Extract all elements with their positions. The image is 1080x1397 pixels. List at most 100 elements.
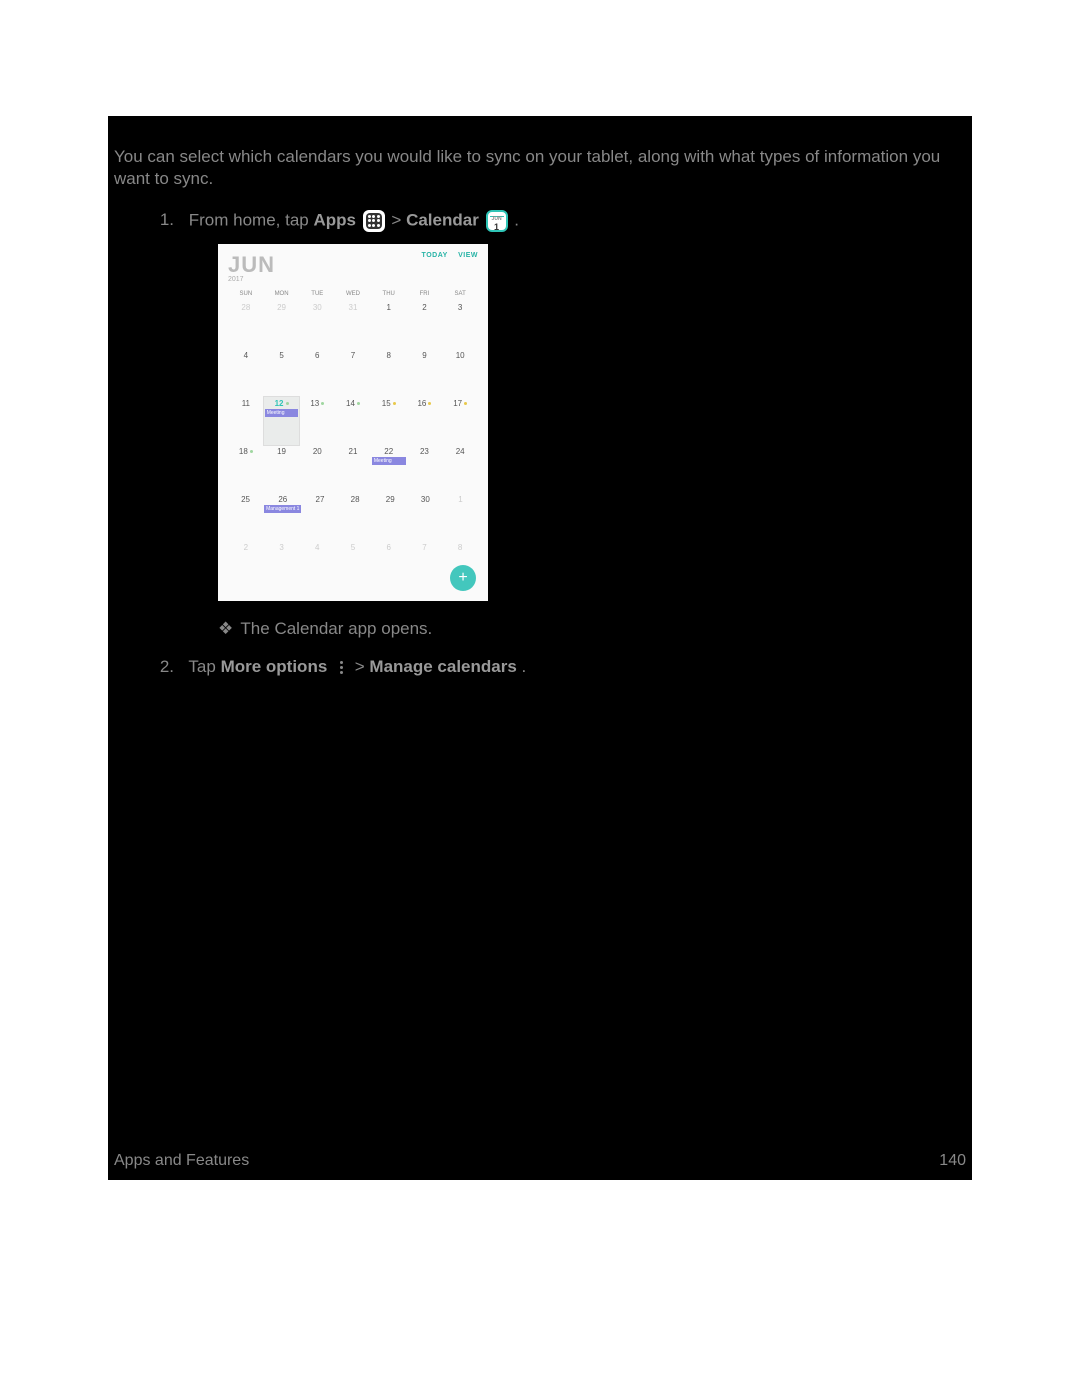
step2-pre: Tap — [188, 657, 220, 676]
calendar-day-cell[interactable]: 9 — [407, 349, 443, 397]
day-number: 22 — [371, 447, 407, 456]
event-dot — [321, 402, 324, 405]
calendar-day-cell[interactable]: 24 — [442, 445, 478, 493]
calendar-day-cell[interactable]: 18 — [228, 445, 264, 493]
calendar-day-cell[interactable]: 22Meeting — [371, 445, 407, 493]
calendar-day-cell[interactable]: 26Management 1 — [263, 493, 302, 541]
day-number: 25 — [228, 495, 263, 504]
calendar-day-cell[interactable]: 21 — [335, 445, 371, 493]
calendar-day-cell[interactable]: 28 — [338, 493, 373, 541]
calendar-day-cell[interactable]: 5 — [264, 349, 300, 397]
add-event-fab[interactable]: + — [450, 565, 476, 591]
calendar-grid: 28293031123456789101112Meeting1314151617… — [228, 301, 478, 589]
dow-label: TUE — [299, 291, 335, 297]
result-text: The Calendar app opens. — [240, 619, 432, 638]
step2-post: . — [522, 657, 527, 676]
calendar-event[interactable]: Management 1 — [264, 505, 301, 513]
day-number: 18 — [228, 447, 264, 456]
event-dot — [464, 402, 467, 405]
calendar-day-cell[interactable]: 11 — [228, 397, 264, 445]
calendar-day-cell[interactable]: 30 — [299, 301, 335, 349]
calendar-day-cell[interactable]: 2 — [407, 301, 443, 349]
calendar-day-cell[interactable]: 6 — [371, 541, 407, 589]
page-footer: Apps and Features 140 — [114, 1152, 966, 1170]
step-2: 2. Tap More options > Manage calendars . — [148, 657, 972, 677]
day-number: 30 — [299, 303, 335, 312]
calendar-day-cell[interactable]: 2 — [228, 541, 264, 589]
calendar-event[interactable]: Meeting — [372, 457, 406, 465]
event-dot — [286, 402, 289, 405]
day-number: 4 — [299, 543, 335, 552]
calendar-day-cell[interactable]: 29 — [373, 493, 408, 541]
calendar-day-cell[interactable]: 30 — [408, 493, 443, 541]
footer-page-number: 140 — [939, 1152, 966, 1170]
dow-label: SUN — [228, 291, 264, 297]
dow-label: MON — [264, 291, 300, 297]
calendar-day-cell[interactable]: 19 — [264, 445, 300, 493]
day-number: 19 — [264, 447, 300, 456]
more-options-icon — [336, 659, 346, 677]
day-number: 23 — [407, 447, 443, 456]
day-number: 1 — [443, 495, 478, 504]
calendar-week-row: 28293031123 — [228, 301, 478, 349]
manage-calendars-label: Manage calendars — [369, 657, 516, 676]
step2-sep: > — [355, 657, 370, 676]
day-number: 4 — [228, 351, 264, 360]
calendar-label: Calendar — [406, 210, 479, 229]
document-page: You can select which calendars you would… — [108, 116, 972, 1180]
calendar-screenshot: JUN 2017 TODAY VIEW SUNMONTUEWEDTHUFRISA… — [218, 244, 488, 601]
day-number: 13 — [299, 399, 335, 408]
calendar-day-cell[interactable]: 29 — [264, 301, 300, 349]
day-number: 7 — [407, 543, 443, 552]
day-number: 11 — [228, 399, 264, 408]
calendar-day-cell[interactable]: 14 — [335, 397, 371, 445]
calendar-week-row: 2345678 — [228, 541, 478, 589]
day-number: 31 — [335, 303, 371, 312]
calendar-day-cell[interactable]: 7 — [407, 541, 443, 589]
day-number: 8 — [371, 351, 407, 360]
calendar-day-cell[interactable]: 15 — [371, 397, 407, 445]
calendar-day-cell[interactable]: 31 — [335, 301, 371, 349]
event-dot — [428, 402, 431, 405]
day-number: 24 — [442, 447, 478, 456]
day-number: 6 — [299, 351, 335, 360]
calendar-day-cell[interactable]: 4 — [228, 349, 264, 397]
calendar-day-cell[interactable]: 17 — [442, 397, 478, 445]
event-dot — [393, 402, 396, 405]
calendar-day-cell[interactable]: 23 — [407, 445, 443, 493]
calendar-event[interactable]: Meeting — [265, 409, 299, 417]
day-number: 30 — [408, 495, 443, 504]
day-number: 17 — [442, 399, 478, 408]
calendar-day-cell[interactable]: 27 — [302, 493, 337, 541]
view-button[interactable]: VIEW — [458, 252, 478, 259]
calendar-day-cell[interactable]: 13 — [299, 397, 335, 445]
step-number: 2. — [148, 657, 174, 677]
day-number: 5 — [264, 351, 300, 360]
calendar-day-cell[interactable]: 1 — [371, 301, 407, 349]
calendar-day-cell[interactable]: 4 — [299, 541, 335, 589]
step1-post: . — [514, 210, 519, 229]
calendar-day-cell[interactable]: 20 — [299, 445, 335, 493]
today-button[interactable]: TODAY — [422, 252, 448, 259]
event-dot — [250, 450, 253, 453]
calendar-day-cell[interactable]: 7 — [335, 349, 371, 397]
calendar-day-cell[interactable]: 3 — [442, 301, 478, 349]
day-number: 14 — [335, 399, 371, 408]
calendar-day-cell[interactable]: 5 — [335, 541, 371, 589]
calendar-day-cell[interactable]: 16 — [407, 397, 443, 445]
calendar-day-cell[interactable]: 8 — [371, 349, 407, 397]
bullet-icon: ❖ — [218, 619, 236, 639]
day-number: 29 — [264, 303, 300, 312]
calendar-day-cell[interactable]: 28 — [228, 301, 264, 349]
calendar-day-cell[interactable]: 1 — [443, 493, 478, 541]
calendar-day-cell[interactable]: 10 — [442, 349, 478, 397]
calendar-day-cell[interactable]: 6 — [299, 349, 335, 397]
step-result: ❖ The Calendar app opens. — [218, 619, 972, 639]
dow-label: FRI — [407, 291, 443, 297]
apps-icon — [363, 210, 385, 232]
calendar-day-cell[interactable]: 3 — [264, 541, 300, 589]
calendar-day-cell[interactable]: 12Meeting — [263, 396, 301, 446]
event-dot — [357, 402, 360, 405]
calendar-day-cell[interactable]: 25 — [228, 493, 263, 541]
apps-label: Apps — [313, 210, 356, 229]
